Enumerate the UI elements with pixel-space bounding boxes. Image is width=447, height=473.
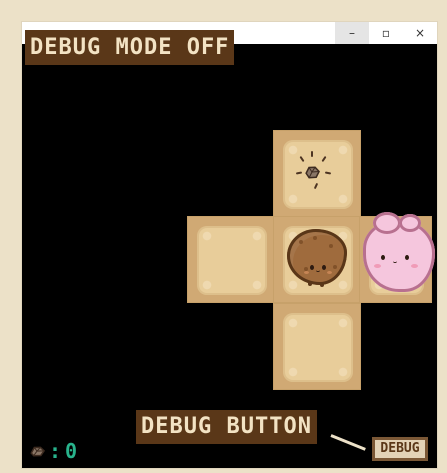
blob-mouth (393, 260, 397, 263)
debug-button[interactable]: DEBUG (372, 437, 428, 461)
debug-mode-label: DEBUG MODE OFF (25, 30, 235, 65)
maximize-button[interactable]: ▫ (369, 22, 403, 44)
tile-bottom (273, 303, 361, 390)
player-texture (299, 240, 303, 244)
player-left-foot (308, 281, 312, 286)
player-right-foot (320, 282, 324, 287)
counter-separator: : (49, 439, 62, 463)
player-character (287, 229, 347, 287)
screen: – ▫ × DEBUG MODE OFF: 0 DEBUG BUTTON DE… (0, 0, 447, 473)
collectible-counter: : 0 (30, 441, 77, 461)
rock-icon (30, 446, 46, 457)
blob-right-cheek (411, 264, 418, 268)
player-texture (329, 244, 333, 248)
close-button[interactable]: × (403, 22, 437, 44)
minimize-button[interactable]: – (335, 22, 369, 44)
player-texture (313, 236, 317, 240)
rock-icon (305, 166, 320, 179)
tile-left (187, 216, 275, 303)
player-left-eye (310, 265, 314, 270)
blob-left-cheek (374, 264, 381, 268)
tile-inner (283, 313, 353, 382)
player-right-cheek (327, 271, 332, 274)
blob-left-eye (381, 255, 385, 260)
window-controls: – ▫ × (335, 22, 437, 44)
player-left-cheek (304, 271, 309, 274)
debug-button-callout: DEBUG BUTTON (136, 410, 317, 444)
player-texture (333, 265, 337, 269)
pink-blob-enemy (363, 212, 435, 292)
sparkle (311, 151, 313, 157)
tile-inner (197, 226, 267, 295)
counter-value: 0 (65, 439, 78, 463)
player-right-eye (322, 265, 326, 270)
blob-right-eye (405, 255, 409, 260)
player-mouth (316, 269, 320, 272)
